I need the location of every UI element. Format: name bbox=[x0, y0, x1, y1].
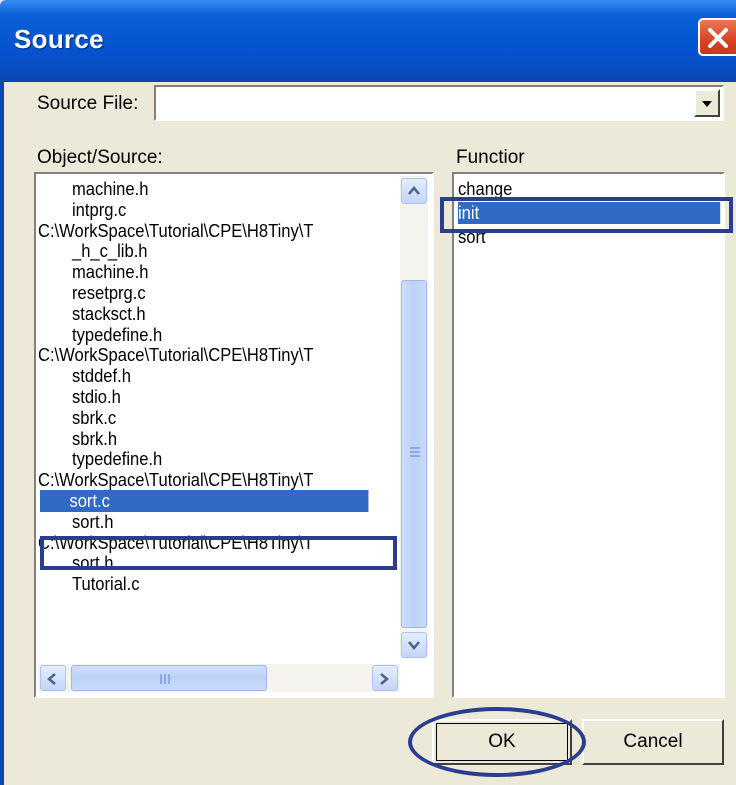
chevron-left-icon bbox=[47, 673, 56, 685]
object-list-item[interactable]: C:\WorkSpace\Tutorial\CPE\H8Tiny\T bbox=[38, 532, 313, 554]
scroll-up-button[interactable] bbox=[401, 178, 427, 204]
horizontal-scroll-thumb[interactable] bbox=[71, 665, 267, 691]
scroll-left-button[interactable] bbox=[40, 665, 66, 691]
object-list-item[interactable]: sort.c bbox=[40, 490, 369, 512]
function-list-item[interactable]: change bbox=[458, 178, 512, 200]
vertical-scroll-thumb[interactable] bbox=[401, 280, 427, 628]
object-list-item[interactable]: sort.h bbox=[72, 511, 113, 533]
object-list-item[interactable]: intprg.c bbox=[72, 199, 126, 221]
function-listbox[interactable]: change init sort bbox=[452, 172, 725, 698]
object-list-item[interactable]: sbrk.c bbox=[72, 407, 116, 429]
object-list-item[interactable]: stacksct.h bbox=[72, 303, 146, 325]
object-list-item[interactable]: stdio.h bbox=[72, 386, 121, 408]
close-icon bbox=[708, 28, 728, 48]
object-list-horizontal-scrollbar[interactable] bbox=[38, 664, 400, 692]
object-list-item[interactable]: typedefine.h bbox=[72, 324, 162, 346]
object-source-listbox[interactable]: machine.h intprg.c C:\WorkSpace\Tutorial\C… bbox=[34, 172, 434, 698]
title-bar: Source bbox=[0, 0, 736, 82]
object-list-item[interactable]: C:\WorkSpace\Tutorial\CPE\H8Tiny\T bbox=[38, 220, 313, 242]
chevron-down-icon bbox=[702, 101, 712, 107]
chevron-right-icon bbox=[380, 673, 389, 685]
object-list-item[interactable]: stddef.h bbox=[72, 365, 131, 387]
function-label: Functior bbox=[456, 147, 525, 168]
source-file-combobox[interactable] bbox=[154, 85, 724, 121]
function-list-item[interactable]: init bbox=[458, 202, 721, 224]
window-title: Source bbox=[14, 24, 104, 54]
object-list-item[interactable]: sbrk.h bbox=[72, 428, 117, 450]
source-file-dropdown-button[interactable] bbox=[694, 89, 720, 117]
function-list-item[interactable]: sort bbox=[458, 226, 486, 248]
scroll-down-button[interactable] bbox=[401, 632, 427, 658]
cancel-button[interactable]: Cancel bbox=[582, 719, 724, 765]
ok-button[interactable]: OK bbox=[432, 719, 572, 765]
object-list-item[interactable]: _h_c_lib.h bbox=[72, 240, 148, 262]
object-list-item[interactable]: C:\WorkSpace\Tutorial\CPE\H8Tiny\T bbox=[38, 469, 313, 491]
object-list-item[interactable]: machine.h bbox=[72, 261, 148, 283]
object-list-vertical-scrollbar[interactable] bbox=[400, 176, 428, 658]
chevron-down-icon bbox=[408, 641, 420, 650]
object-list-item[interactable]: C:\WorkSpace\Tutorial\CPE\H8Tiny\T bbox=[38, 344, 313, 366]
close-button[interactable] bbox=[698, 18, 736, 56]
scroll-right-button[interactable] bbox=[372, 665, 398, 691]
object-list-item[interactable]: machine.h bbox=[72, 178, 148, 200]
object-list-item[interactable]: sort.h bbox=[72, 552, 113, 574]
chevron-up-icon bbox=[408, 186, 420, 195]
object-list-item[interactable]: typedefine.h bbox=[72, 448, 162, 470]
source-file-label: Source File: bbox=[37, 93, 139, 114]
object-list-item[interactable]: resetprg.c bbox=[72, 282, 146, 304]
object-list-item[interactable]: Tutorial.c bbox=[72, 573, 139, 595]
object-source-label: Object/Source: bbox=[37, 147, 163, 168]
window-frame bbox=[0, 82, 4, 785]
